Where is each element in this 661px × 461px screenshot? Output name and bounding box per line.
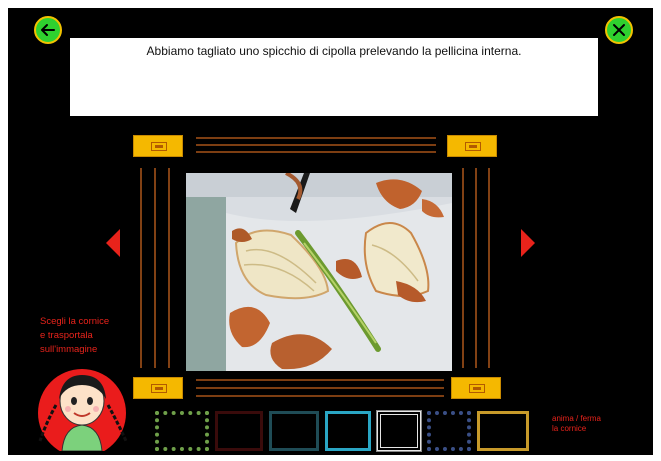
instruction-line-2: e trasportala (40, 330, 93, 341)
girl-avatar-icon (38, 369, 128, 451)
animate-frame-toggle[interactable]: anima / ferma la cornice (552, 414, 642, 434)
activity-stage: Abbiamo tagliato uno spicchio di cipolla… (8, 8, 653, 455)
frame-dark-teal-icon[interactable] (269, 411, 319, 451)
onion-image (186, 173, 452, 371)
instruction-line-1: Scegli la cornice (40, 316, 110, 327)
previous-arrow-icon[interactable] (106, 229, 122, 257)
frame-dark-red-icon[interactable] (215, 411, 263, 451)
onion-photo (186, 173, 452, 371)
frame-handle-top-right[interactable] (447, 135, 497, 157)
animate-label-line-2: la cornice (552, 424, 587, 433)
frame-white-ornate-icon[interactable] (376, 410, 422, 452)
animate-label-line-1: anima / ferma (552, 414, 601, 423)
girl-avatar (32, 363, 132, 451)
frame-picker (155, 410, 529, 455)
frame-gold-icon[interactable] (477, 411, 529, 451)
frame-green-dots-icon[interactable] (155, 411, 209, 451)
frame-handle-bottom-left[interactable] (133, 377, 183, 399)
instruction-line-3: sull'immagine (40, 344, 98, 355)
next-arrow-icon[interactable] (519, 229, 535, 257)
frame-handle-top-left[interactable] (133, 135, 183, 157)
instruction-text: Scegli la cornice e trasportala sull'imm… (40, 315, 140, 357)
frame-dark-blue-dots-icon[interactable] (427, 411, 471, 451)
frame-cyan-icon[interactable] (325, 411, 371, 451)
frame-handle-bottom-right[interactable] (451, 377, 501, 399)
